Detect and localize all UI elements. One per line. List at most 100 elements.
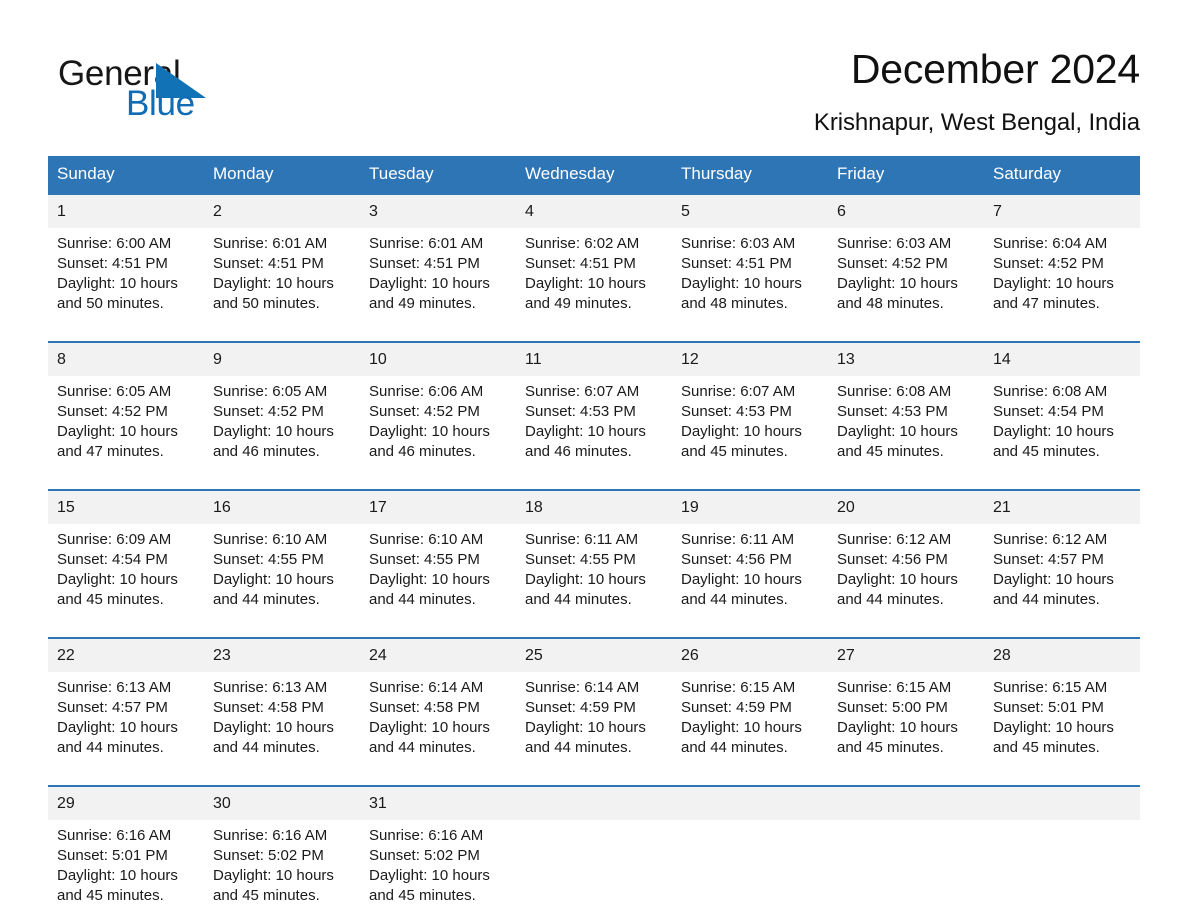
day-cell[interactable]: Sunrise: 6:15 AM Sunset: 4:59 PM Dayligh… — [672, 672, 828, 772]
sunrise-text: Sunrise: 6:09 AM — [57, 531, 172, 548]
day-number[interactable]: 19 — [672, 491, 828, 524]
day-number[interactable]: 5 — [672, 195, 828, 228]
sunset-text: Sunset: 4:51 PM — [525, 255, 636, 272]
day-cell[interactable]: Sunrise: 6:16 AM Sunset: 5:01 PM Dayligh… — [48, 820, 204, 920]
daylight-text: Daylight: 10 hours and 45 minutes. — [369, 867, 490, 904]
sunrise-text: Sunrise: 6:08 AM — [993, 383, 1108, 400]
day-number[interactable]: 8 — [48, 343, 204, 376]
day-number[interactable]: 13 — [828, 343, 984, 376]
day-cell[interactable]: Sunrise: 6:08 AM Sunset: 4:54 PM Dayligh… — [984, 376, 1140, 476]
day-number[interactable]: 30 — [204, 787, 360, 820]
sunset-text: Sunset: 4:57 PM — [993, 551, 1104, 568]
day-cell[interactable]: Sunrise: 6:08 AM Sunset: 4:53 PM Dayligh… — [828, 376, 984, 476]
day-cell[interactable]: Sunrise: 6:05 AM Sunset: 4:52 PM Dayligh… — [204, 376, 360, 476]
day-cell[interactable]: Sunrise: 6:01 AM Sunset: 4:51 PM Dayligh… — [360, 228, 516, 328]
sunset-text: Sunset: 4:59 PM — [525, 699, 636, 716]
day-cell[interactable]: Sunrise: 6:12 AM Sunset: 4:57 PM Dayligh… — [984, 524, 1140, 624]
sunset-text: Sunset: 4:55 PM — [369, 551, 480, 568]
day-number[interactable]: 1 — [48, 195, 204, 228]
sunrise-text: Sunrise: 6:10 AM — [369, 531, 484, 548]
daylight-text: Daylight: 10 hours and 44 minutes. — [369, 719, 490, 756]
day-number[interactable]: 9 — [204, 343, 360, 376]
day-number[interactable]: 29 — [48, 787, 204, 820]
day-number[interactable]: 26 — [672, 639, 828, 672]
day-number[interactable]: 10 — [360, 343, 516, 376]
day-cell[interactable]: Sunrise: 6:06 AM Sunset: 4:52 PM Dayligh… — [360, 376, 516, 476]
day-number[interactable]: 22 — [48, 639, 204, 672]
sunset-text: Sunset: 4:56 PM — [681, 551, 792, 568]
day-cell[interactable]: Sunrise: 6:11 AM Sunset: 4:55 PM Dayligh… — [516, 524, 672, 624]
week-detail-band: Sunrise: 6:09 AM Sunset: 4:54 PM Dayligh… — [48, 524, 1140, 624]
day-cell[interactable]: Sunrise: 6:07 AM Sunset: 4:53 PM Dayligh… — [516, 376, 672, 476]
sunrise-text: Sunrise: 6:01 AM — [369, 235, 484, 252]
sunrise-text: Sunrise: 6:06 AM — [369, 383, 484, 400]
day-number[interactable]: 24 — [360, 639, 516, 672]
week-row: 22 23 24 25 26 27 28 Sunrise: 6:13 AM Su… — [48, 637, 1140, 772]
day-cell[interactable]: Sunrise: 6:16 AM Sunset: 5:02 PM Dayligh… — [360, 820, 516, 920]
week-row: 15 16 17 18 19 20 21 Sunrise: 6:09 AM Su… — [48, 489, 1140, 624]
sunset-text: Sunset: 4:58 PM — [213, 699, 324, 716]
day-cell[interactable]: Sunrise: 6:15 AM Sunset: 5:01 PM Dayligh… — [984, 672, 1140, 772]
day-cell[interactable]: Sunrise: 6:09 AM Sunset: 4:54 PM Dayligh… — [48, 524, 204, 624]
day-cell[interactable]: Sunrise: 6:12 AM Sunset: 4:56 PM Dayligh… — [828, 524, 984, 624]
sunrise-text: Sunrise: 6:00 AM — [57, 235, 172, 252]
day-number[interactable]: 16 — [204, 491, 360, 524]
day-number[interactable]: 2 — [204, 195, 360, 228]
day-number[interactable]: 28 — [984, 639, 1140, 672]
daylight-text: Daylight: 10 hours and 44 minutes. — [837, 571, 958, 608]
day-cell[interactable]: Sunrise: 6:15 AM Sunset: 5:00 PM Dayligh… — [828, 672, 984, 772]
day-cell[interactable]: Sunrise: 6:02 AM Sunset: 4:51 PM Dayligh… — [516, 228, 672, 328]
sunrise-text: Sunrise: 6:11 AM — [681, 531, 795, 548]
weekday-header-monday: Monday — [213, 164, 274, 183]
day-cell[interactable]: Sunrise: 6:10 AM Sunset: 4:55 PM Dayligh… — [360, 524, 516, 624]
sunrise-text: Sunrise: 6:12 AM — [993, 531, 1108, 548]
day-cell[interactable]: Sunrise: 6:03 AM Sunset: 4:51 PM Dayligh… — [672, 228, 828, 328]
sunrise-text: Sunrise: 6:04 AM — [993, 235, 1108, 252]
sunrise-text: Sunrise: 6:08 AM — [837, 383, 952, 400]
day-number[interactable]: 6 — [828, 195, 984, 228]
sunset-text: Sunset: 4:54 PM — [57, 551, 168, 568]
day-cell[interactable]: Sunrise: 6:13 AM Sunset: 4:57 PM Dayligh… — [48, 672, 204, 772]
day-number[interactable]: 21 — [984, 491, 1140, 524]
day-number[interactable]: 7 — [984, 195, 1140, 228]
day-number[interactable]: 18 — [516, 491, 672, 524]
day-cell[interactable]: Sunrise: 6:04 AM Sunset: 4:52 PM Dayligh… — [984, 228, 1140, 328]
sunset-text: Sunset: 4:52 PM — [369, 403, 480, 420]
day-cell[interactable]: Sunrise: 6:00 AM Sunset: 4:51 PM Dayligh… — [48, 228, 204, 328]
day-number[interactable]: 20 — [828, 491, 984, 524]
week-divider — [48, 624, 1140, 637]
day-cell[interactable]: Sunrise: 6:10 AM Sunset: 4:55 PM Dayligh… — [204, 524, 360, 624]
day-cell[interactable]: Sunrise: 6:14 AM Sunset: 4:59 PM Dayligh… — [516, 672, 672, 772]
day-cell[interactable]: Sunrise: 6:05 AM Sunset: 4:52 PM Dayligh… — [48, 376, 204, 476]
sunrise-text: Sunrise: 6:15 AM — [681, 679, 796, 696]
day-cell[interactable]: Sunrise: 6:11 AM Sunset: 4:56 PM Dayligh… — [672, 524, 828, 624]
day-number[interactable]: 4 — [516, 195, 672, 228]
sunset-text: Sunset: 4:57 PM — [57, 699, 168, 716]
day-cell[interactable]: Sunrise: 6:16 AM Sunset: 5:02 PM Dayligh… — [204, 820, 360, 920]
day-number[interactable]: 15 — [48, 491, 204, 524]
daylight-text: Daylight: 10 hours and 45 minutes. — [993, 719, 1114, 756]
sunset-text: Sunset: 5:02 PM — [369, 847, 480, 864]
day-cell[interactable]: Sunrise: 6:07 AM Sunset: 4:53 PM Dayligh… — [672, 376, 828, 476]
day-number[interactable]: 14 — [984, 343, 1140, 376]
day-number[interactable]: 3 — [360, 195, 516, 228]
day-number[interactable]: 31 — [360, 787, 516, 820]
sunset-text: Sunset: 5:01 PM — [57, 847, 168, 864]
day-number[interactable]: 23 — [204, 639, 360, 672]
day-number[interactable]: 25 — [516, 639, 672, 672]
day-number[interactable]: 11 — [516, 343, 672, 376]
day-number-empty — [516, 787, 672, 820]
day-cell-empty — [672, 820, 828, 920]
title-block: December 2024 Krishnapur, West Bengal, I… — [814, 42, 1140, 140]
daylight-text: Daylight: 10 hours and 44 minutes. — [681, 719, 802, 756]
day-number[interactable]: 17 — [360, 491, 516, 524]
day-number[interactable]: 12 — [672, 343, 828, 376]
sunset-text: Sunset: 4:51 PM — [681, 255, 792, 272]
day-cell[interactable]: Sunrise: 6:14 AM Sunset: 4:58 PM Dayligh… — [360, 672, 516, 772]
day-cell[interactable]: Sunrise: 6:03 AM Sunset: 4:52 PM Dayligh… — [828, 228, 984, 328]
week-row: 1 2 3 4 5 6 7 Sunrise: 6:00 AM Sunset: 4… — [48, 193, 1140, 328]
week-row: 8 9 10 11 12 13 14 Sunrise: 6:05 AM Suns… — [48, 341, 1140, 476]
day-cell[interactable]: Sunrise: 6:01 AM Sunset: 4:51 PM Dayligh… — [204, 228, 360, 328]
day-cell[interactable]: Sunrise: 6:13 AM Sunset: 4:58 PM Dayligh… — [204, 672, 360, 772]
day-number[interactable]: 27 — [828, 639, 984, 672]
